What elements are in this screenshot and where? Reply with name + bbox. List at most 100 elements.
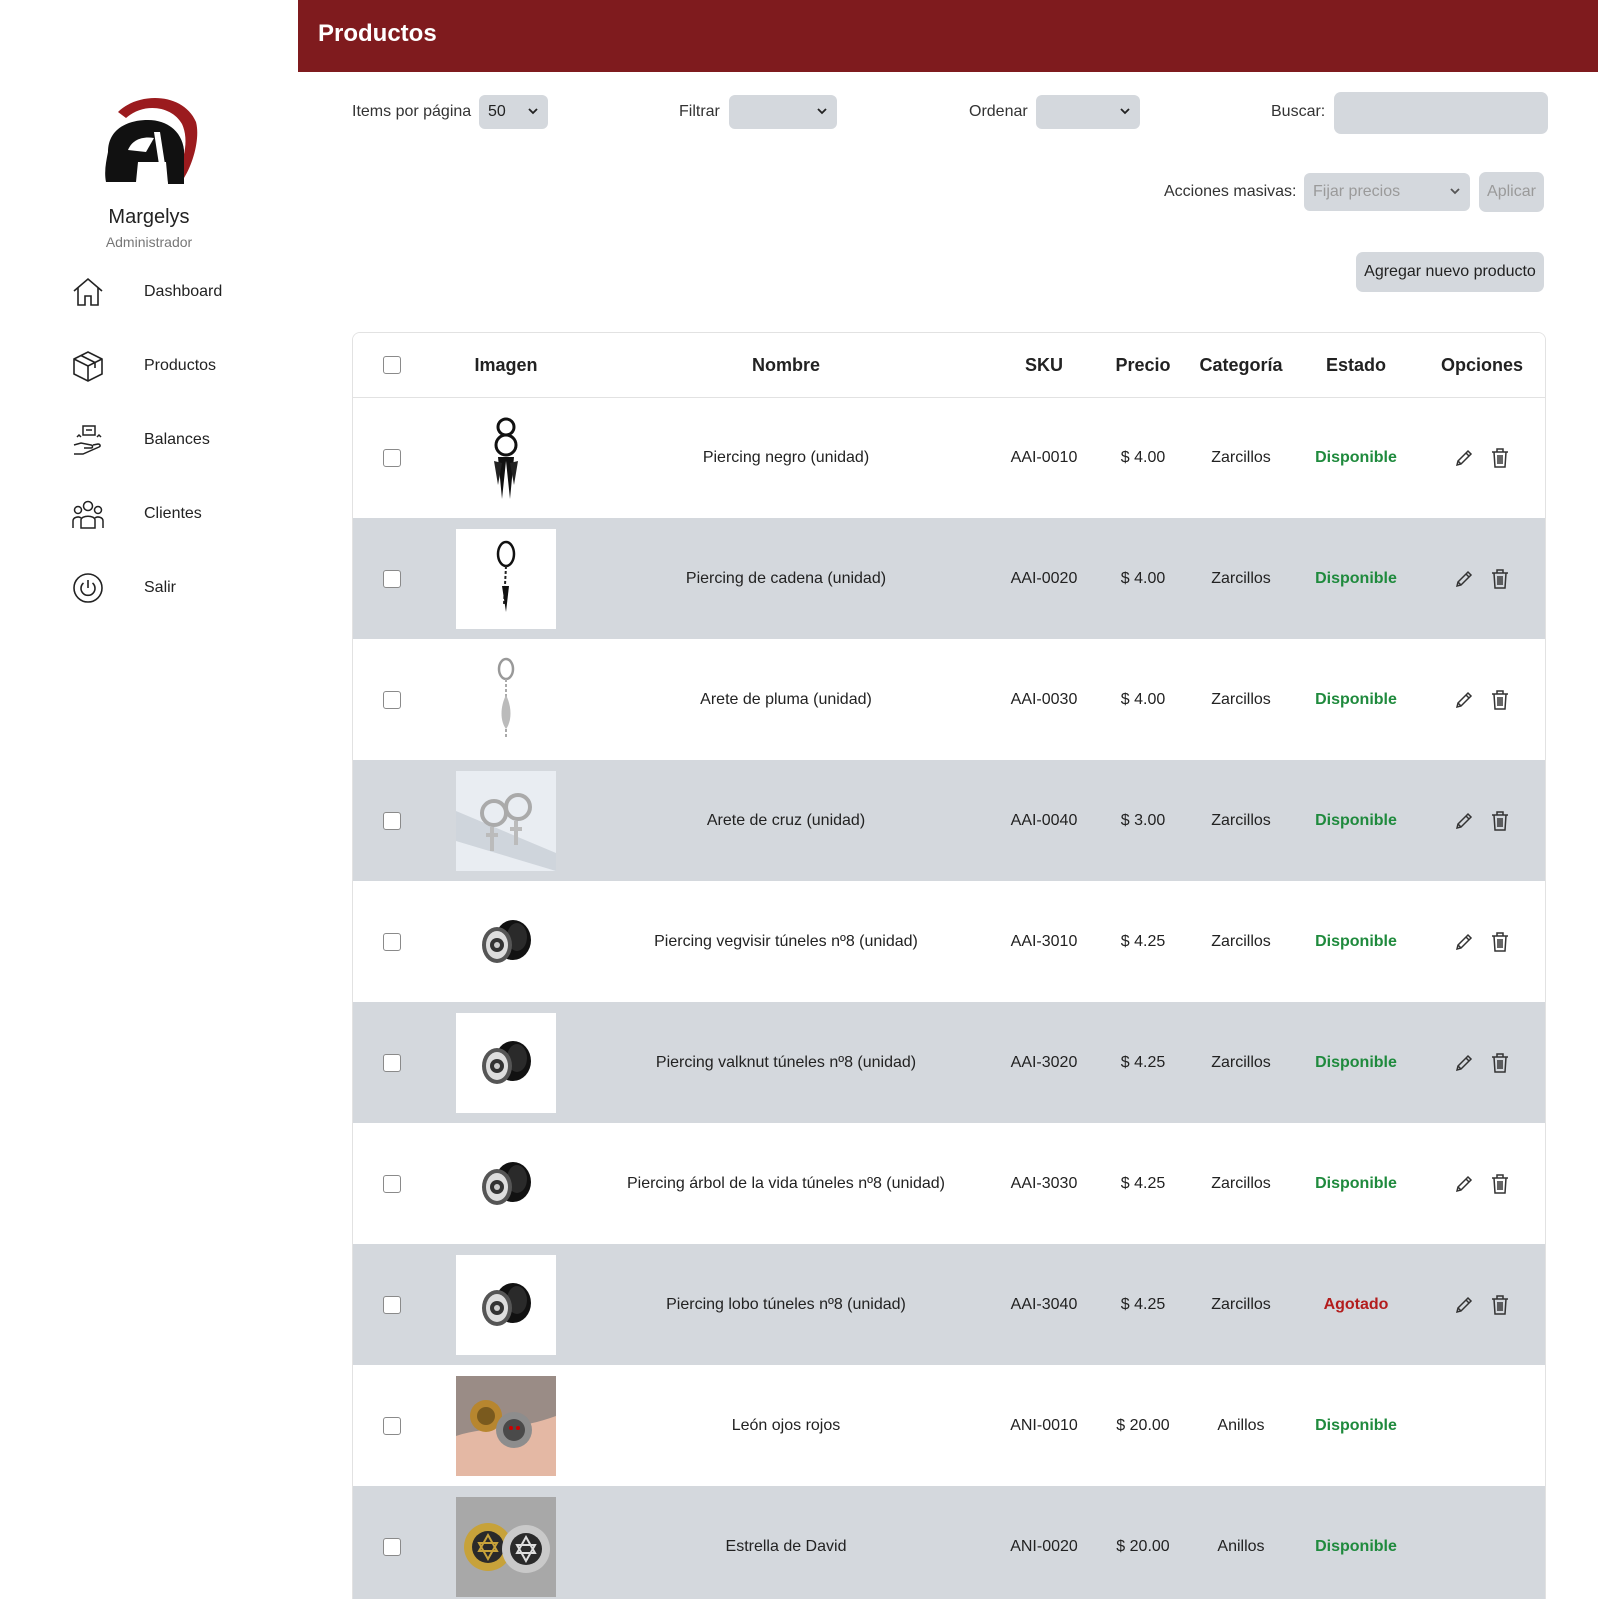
row-options bbox=[1419, 1123, 1545, 1244]
product-category: Zarcillos bbox=[1211, 1053, 1271, 1071]
filter-label: Filtrar bbox=[679, 103, 720, 120]
row-checkbox[interactable] bbox=[383, 1295, 401, 1314]
row-options bbox=[1419, 639, 1545, 760]
row-select-cell bbox=[353, 1365, 431, 1486]
row-options bbox=[1419, 1365, 1545, 1486]
product-price: $ 4.25 bbox=[1120, 932, 1166, 950]
product-image bbox=[456, 1134, 556, 1234]
table-row: Piercing árbol de la vida túneles nº8 (u… bbox=[353, 1123, 1545, 1244]
chevron-down-icon bbox=[1120, 108, 1130, 115]
column-header-opciones: Opciones bbox=[1440, 354, 1524, 375]
row-checkbox[interactable] bbox=[383, 690, 401, 709]
trash-icon[interactable] bbox=[1488, 1293, 1512, 1317]
product-category: Zarcillos bbox=[1211, 932, 1271, 950]
table-row: León ojos rojos ANI-0010 $ 20.00 Anillos Dis… bbox=[353, 1365, 1545, 1486]
row-checkbox[interactable] bbox=[383, 1174, 401, 1193]
column-header-sku[interactable]: SKU bbox=[991, 333, 1097, 397]
row-checkbox[interactable] bbox=[383, 448, 401, 467]
table-row: Arete de pluma (unidad) AAI-0030 $ 4.00 Zar… bbox=[353, 639, 1545, 760]
product-image bbox=[456, 528, 556, 629]
row-select-cell bbox=[353, 1002, 431, 1123]
column-header-precio[interactable]: Precio bbox=[1097, 333, 1189, 397]
product-image bbox=[456, 892, 556, 992]
row-checkbox[interactable] bbox=[383, 1416, 401, 1435]
trash-icon[interactable] bbox=[1488, 930, 1512, 954]
column-header-nombre[interactable]: Nombre bbox=[581, 333, 991, 397]
edit-pencil-icon[interactable] bbox=[1452, 1293, 1476, 1317]
product-name: Piercing valknut túneles nº8 (unidad) bbox=[655, 1053, 917, 1071]
row-checkbox[interactable] bbox=[383, 1537, 401, 1556]
product-image-cell bbox=[431, 1486, 581, 1599]
users-icon bbox=[70, 496, 106, 532]
status-badge: Disponible bbox=[1315, 569, 1397, 587]
sidebar-item-clientes[interactable]: Clientes bbox=[70, 492, 280, 536]
product-category: Anillos bbox=[1217, 1537, 1265, 1555]
home-icon bbox=[70, 274, 106, 310]
trash-icon[interactable] bbox=[1488, 688, 1512, 712]
product-image bbox=[456, 1375, 556, 1476]
product-category: Zarcillos bbox=[1211, 1295, 1271, 1313]
row-checkbox[interactable] bbox=[383, 1053, 401, 1072]
status-badge: Disponible bbox=[1315, 690, 1397, 708]
column-header-estado[interactable]: Estado bbox=[1293, 333, 1419, 397]
filter-select[interactable] bbox=[729, 95, 837, 129]
product-category: Zarcillos bbox=[1211, 448, 1271, 466]
product-image bbox=[456, 770, 556, 871]
edit-pencil-icon[interactable] bbox=[1452, 930, 1476, 954]
page-title: Productos bbox=[318, 20, 437, 47]
edit-pencil-icon[interactable] bbox=[1452, 446, 1476, 470]
status-badge: Disponible bbox=[1315, 448, 1397, 466]
items-per-page-select[interactable]: 50 bbox=[479, 95, 548, 129]
status-badge: Disponible bbox=[1315, 932, 1397, 950]
row-select-cell bbox=[353, 639, 431, 760]
sidebar-item-salir[interactable]: Salir bbox=[70, 566, 280, 610]
table-header: Imagen Nombre SKU Precio Categoría Estad… bbox=[353, 333, 1545, 398]
product-sku: AAI-0040 bbox=[1010, 811, 1078, 829]
trash-icon[interactable] bbox=[1488, 567, 1512, 591]
sidebar-item-balances[interactable]: Balances bbox=[70, 418, 280, 462]
row-options bbox=[1419, 1486, 1545, 1599]
search-input[interactable] bbox=[1334, 92, 1548, 134]
status-badge: Disponible bbox=[1315, 1174, 1397, 1192]
row-select-cell bbox=[353, 518, 431, 639]
row-select-cell bbox=[353, 881, 431, 1002]
column-header-imagen[interactable]: Imagen bbox=[431, 333, 581, 397]
edit-pencil-icon[interactable] bbox=[1452, 1051, 1476, 1075]
bulk-actions-select[interactable]: Fijar precios bbox=[1304, 173, 1470, 211]
edit-pencil-icon[interactable] bbox=[1452, 809, 1476, 833]
trash-icon[interactable] bbox=[1488, 1172, 1512, 1196]
trash-icon[interactable] bbox=[1488, 1051, 1512, 1075]
sidebar-item-label: Balances bbox=[144, 431, 210, 448]
spartan-helmet-logo bbox=[105, 98, 198, 184]
sidebar-item-label: Salir bbox=[144, 579, 177, 596]
row-select-cell bbox=[353, 760, 431, 881]
row-checkbox[interactable] bbox=[383, 811, 401, 830]
row-checkbox[interactable] bbox=[383, 932, 401, 951]
edit-pencil-icon[interactable] bbox=[1452, 688, 1476, 712]
product-name: Piercing negro (unidad) bbox=[702, 448, 870, 466]
edit-pencil-icon[interactable] bbox=[1452, 1172, 1476, 1196]
trash-icon[interactable] bbox=[1488, 809, 1512, 833]
product-name: Piercing de cadena (unidad) bbox=[685, 569, 887, 587]
status-badge: Disponible bbox=[1315, 811, 1397, 829]
product-image-cell bbox=[431, 397, 581, 518]
trash-icon[interactable] bbox=[1488, 446, 1512, 470]
sidebar-item-productos[interactable]: Productos bbox=[70, 344, 280, 388]
table-row: Piercing de cadena (unidad) AAI-0020 $ 4.0… bbox=[353, 518, 1545, 639]
select-all-checkbox[interactable] bbox=[383, 356, 401, 374]
row-options bbox=[1419, 881, 1545, 1002]
sidebar-item-dashboard[interactable]: Dashboard bbox=[70, 270, 280, 314]
row-options bbox=[1419, 1002, 1545, 1123]
column-header-categoria[interactable]: Categoría bbox=[1189, 333, 1293, 397]
user-role: Administrador bbox=[105, 234, 193, 250]
edit-pencil-icon[interactable] bbox=[1452, 567, 1476, 591]
row-checkbox[interactable] bbox=[383, 569, 401, 588]
product-image bbox=[456, 1496, 556, 1597]
apply-button[interactable]: Aplicar bbox=[1479, 172, 1544, 212]
product-image bbox=[456, 1254, 556, 1355]
add-product-button[interactable]: Agregar nuevo producto bbox=[1356, 252, 1544, 292]
status-badge: Disponible bbox=[1315, 1537, 1397, 1555]
sort-select[interactable] bbox=[1036, 95, 1140, 129]
product-image-cell bbox=[431, 639, 581, 760]
product-image bbox=[456, 1012, 556, 1113]
